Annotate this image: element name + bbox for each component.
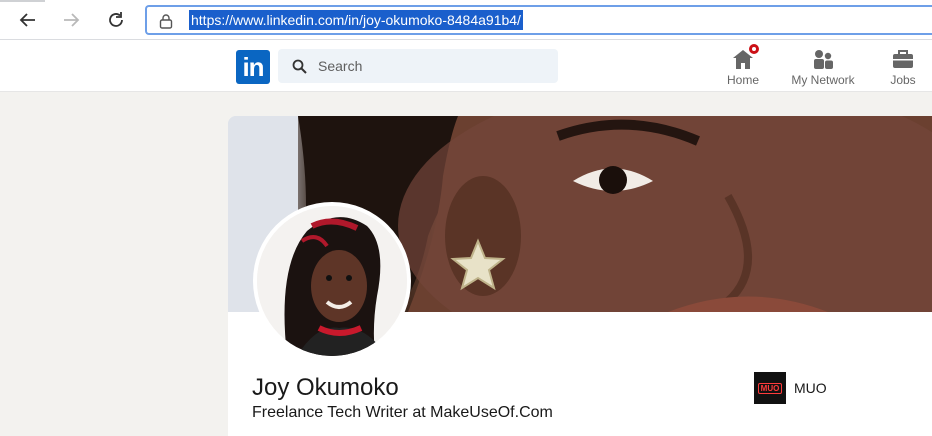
forward-button[interactable] <box>57 6 85 34</box>
nav-my-network-label: My Network <box>791 73 855 87</box>
nav-my-network[interactable]: My Network <box>787 44 859 90</box>
linkedin-logo[interactable]: in <box>236 50 270 84</box>
nav-jobs[interactable]: Jobs <box>884 44 922 90</box>
lock-icon <box>159 14 173 29</box>
briefcase-icon <box>891 44 915 70</box>
home-icon <box>731 42 761 70</box>
search-placeholder: Search <box>318 58 363 74</box>
url-text[interactable]: https://www.linkedin.com/in/joy-okumoko-… <box>189 10 523 30</box>
profile-avatar[interactable] <box>253 202 411 360</box>
browser-toolbar: https://www.linkedin.com/in/joy-okumoko-… <box>0 0 932 40</box>
reload-button[interactable] <box>102 6 130 34</box>
company-logo-text: MUO <box>757 382 783 394</box>
profile-name: Joy Okumoko <box>252 374 399 401</box>
nav-jobs-label: Jobs <box>890 73 916 87</box>
address-bar[interactable]: https://www.linkedin.com/in/joy-okumoko-… <box>145 5 932 35</box>
arrow-left-icon <box>19 13 35 27</box>
nav-home-label: Home <box>726 73 759 87</box>
tab-strip-edge <box>0 0 45 2</box>
search-icon <box>292 59 307 74</box>
network-icon <box>811 44 835 70</box>
search-input[interactable]: Search <box>278 49 558 83</box>
company-logo[interactable]: MUO <box>754 372 786 404</box>
linkedin-header: in Search Home My Network Jobs <box>0 40 932 92</box>
notification-badge <box>747 42 761 56</box>
nav-home[interactable]: Home <box>722 42 764 90</box>
profile-headline: Freelance Tech Writer at MakeUseOf.Com <box>252 404 553 421</box>
avatar-photo <box>257 206 407 356</box>
company-name[interactable]: MUO <box>794 380 827 396</box>
back-button[interactable] <box>14 6 42 34</box>
reload-icon <box>109 12 123 27</box>
arrow-right-icon <box>64 13 80 27</box>
